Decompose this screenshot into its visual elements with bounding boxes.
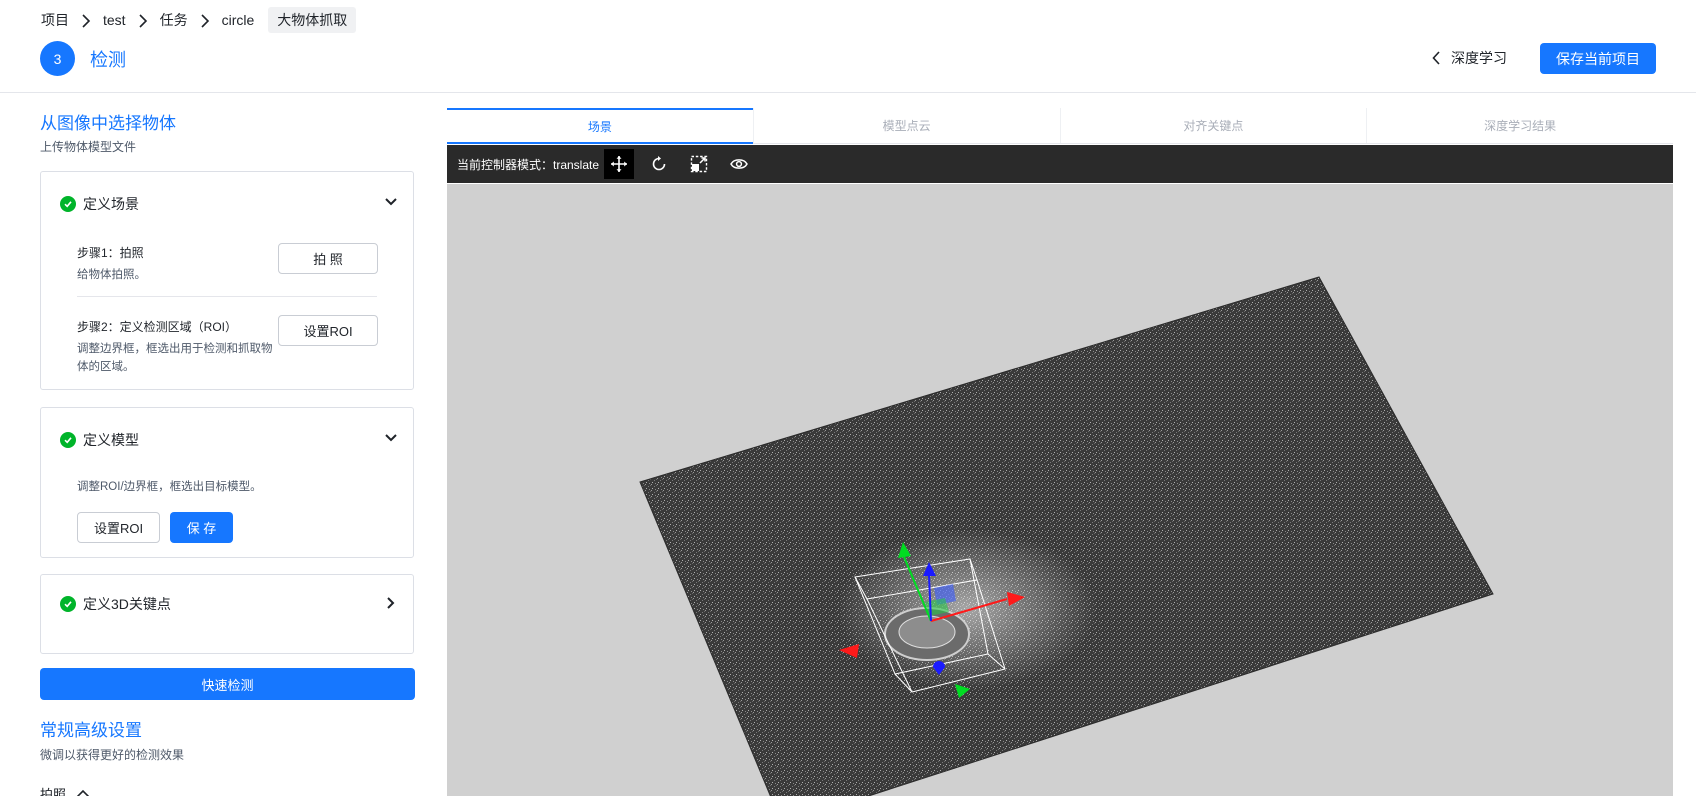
scale-icon[interactable] <box>684 149 714 179</box>
page-title: 检测 <box>90 50 126 70</box>
back-link-label: 深度学习 <box>1451 50 1507 66</box>
save-project-button[interactable]: 保存当前项目 <box>1540 43 1656 74</box>
left-panel: 从图像中选择物体 上传物体模型文件 定义场景 步骤1：拍照 给物体拍照。 拍 照… <box>0 93 430 796</box>
move-icon[interactable] <box>604 149 634 179</box>
breadcrumb-item-task[interactable]: 任务 <box>160 10 188 30</box>
chevron-down-icon[interactable] <box>385 434 397 442</box>
back-to-deep-learning-link[interactable]: 深度学习 <box>1432 47 1507 69</box>
step2-note: 调整边界框，框选出用于检测和抓取物体的区域。 <box>77 343 273 373</box>
breadcrumb-item-project[interactable]: 项目 <box>41 10 69 30</box>
card-header-define-model[interactable]: 定义模型 <box>60 430 139 450</box>
section-title-advanced: 常规高级设置 <box>40 721 142 740</box>
chevron-up-icon <box>76 789 90 796</box>
check-circle-icon <box>60 432 76 448</box>
chevron-down-icon[interactable] <box>385 198 397 206</box>
point-cloud-highlight <box>837 529 1097 689</box>
section-title-select-object: 从图像中选择物体 <box>40 114 176 133</box>
breadcrumb-item-current: 大物体抓取 <box>268 7 357 33</box>
chevron-right-icon <box>126 12 160 28</box>
card-define-scene: 定义场景 步骤1：拍照 给物体拍照。 拍 照 步骤2：定义检测区域（ROI） 调… <box>40 171 414 390</box>
model-note: 调整ROI/边界框，框选出目标模型。 <box>77 481 262 493</box>
view-tabs: 场景 模型点云 对齐关键点 深度学习结果 <box>447 108 1673 144</box>
breadcrumb-item-circle[interactable]: circle <box>222 12 255 28</box>
check-circle-icon <box>60 196 76 212</box>
card-define-model: 定义模型 调整ROI/边界框，框选出目标模型。 设置ROI 保 存 <box>40 407 414 558</box>
tab-model-pointcloud[interactable]: 模型点云 <box>752 108 1060 143</box>
model-set-roi-button[interactable]: 设置ROI <box>77 512 160 543</box>
card-header-define-keypoints[interactable]: 定义3D关键点 <box>60 594 171 614</box>
photo-settings-label: 拍照 <box>40 786 67 796</box>
3d-scene-viewport[interactable] <box>447 184 1673 796</box>
set-roi-button[interactable]: 设置ROI <box>278 315 378 346</box>
eye-icon[interactable] <box>724 149 754 179</box>
step1-label: 步骤1：拍照 <box>77 246 144 260</box>
point-cloud-plane <box>639 276 1494 796</box>
tab-deep-learning-results[interactable]: 深度学习结果 <box>1366 108 1673 143</box>
card-title: 定义3D关键点 <box>83 596 171 612</box>
page-header: 项目 test 任务 circle 大物体抓取 3 检测 深度学习 保存当前项目 <box>0 0 1696 93</box>
take-photo-button[interactable]: 拍 照 <box>278 243 378 274</box>
card-define-keypoints: 定义3D关键点 <box>40 574 414 654</box>
chevron-right-icon <box>188 12 222 28</box>
quick-detect-button[interactable]: 快速检测 <box>40 668 415 700</box>
photo-settings-toggle[interactable]: 拍照 <box>40 783 90 796</box>
chevron-right-icon <box>69 12 103 28</box>
rotate-icon[interactable] <box>644 149 674 179</box>
step1-note: 给物体拍照。 <box>77 269 146 281</box>
object-ring-inner <box>898 615 956 649</box>
card-header-define-scene[interactable]: 定义场景 <box>60 194 139 214</box>
tab-align-keypoints[interactable]: 对齐关键点 <box>1059 108 1367 143</box>
model-save-button[interactable]: 保 存 <box>170 512 233 543</box>
step-number-badge: 3 <box>40 41 75 76</box>
scene-canvas[interactable] <box>447 184 1673 796</box>
card-title: 定义模型 <box>83 432 139 448</box>
tab-scene[interactable]: 场景 <box>447 108 753 144</box>
card-title: 定义场景 <box>83 196 139 212</box>
check-circle-icon <box>60 596 76 612</box>
controller-mode-label: 当前控制器模式：translate <box>457 158 600 172</box>
chevron-right-icon[interactable] <box>387 597 395 609</box>
chevron-left-icon <box>1432 51 1440 65</box>
section-desc-advanced: 微调以获得更好的检测效果 <box>40 748 185 762</box>
section-desc-upload: 上传物体模型文件 <box>40 140 137 154</box>
breadcrumb: 项目 test 任务 circle 大物体抓取 <box>41 7 357 33</box>
controller-toolbar: 当前控制器模式：translate <box>447 145 1673 183</box>
breadcrumb-item-test[interactable]: test <box>103 12 126 28</box>
divider <box>77 296 377 297</box>
step2-label: 步骤2：定义检测区域（ROI） <box>77 320 238 334</box>
